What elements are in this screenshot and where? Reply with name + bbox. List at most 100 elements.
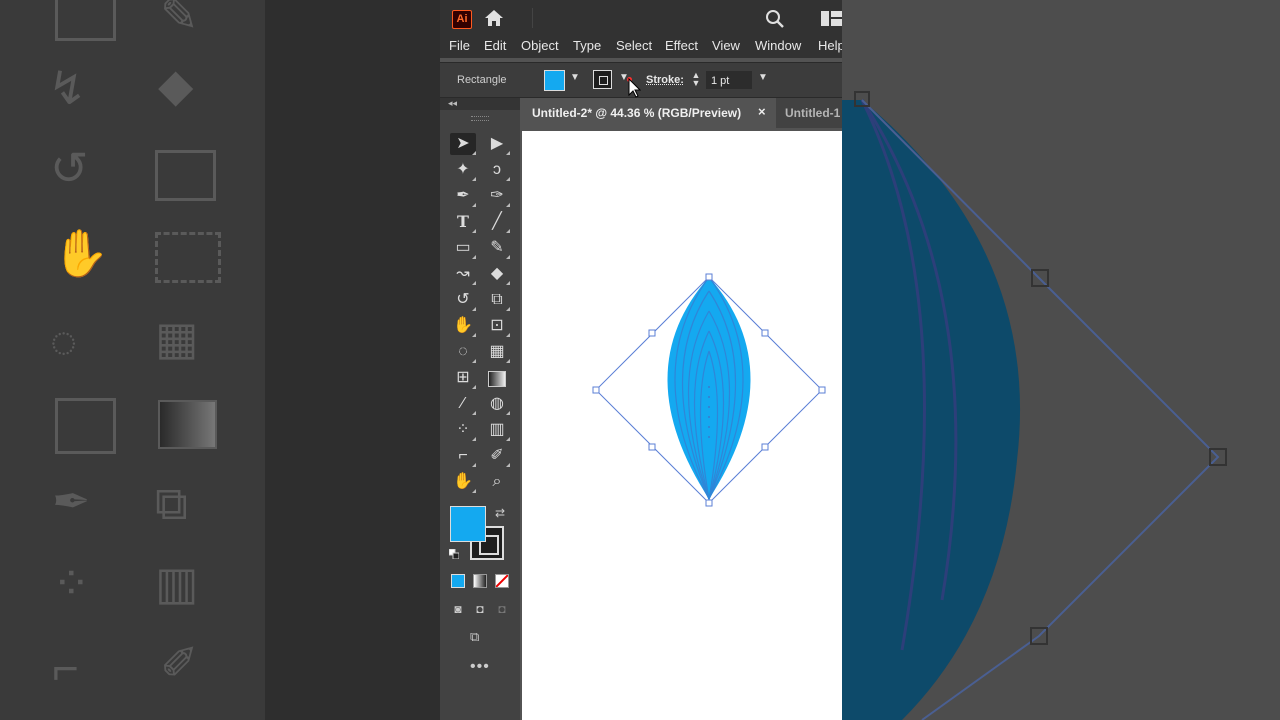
collapse-panel-icon[interactable]: ◂◂ [448,98,457,109]
menu-type[interactable]: Type [573,38,601,53]
bg-rectangle-icon [55,0,116,41]
stroke-weight-input[interactable]: 1 pt [706,71,752,89]
magic-wand-tool-icon[interactable]: ✦ [450,159,476,181]
stroke-color-swatch[interactable] [593,70,612,89]
draw-inside-icon[interactable]: ◘ [495,602,509,616]
bg-free-transform-icon [155,232,221,283]
bg-scale-icon [155,150,216,201]
bg-blend-icon: ⧉ [155,477,188,529]
workspace-switcher-icon[interactable] [821,11,842,26]
menu-bar: File Edit Object Type Select Effect View… [440,36,842,58]
draw-normal-icon[interactable]: ◙ [451,602,465,616]
bg-rotate-icon: ↺ [50,142,89,194]
more-tools-icon[interactable]: ••• [470,658,490,676]
background-right-zoom [842,0,1280,720]
tab-label: Untitled-2* @ 44.36 % (RGB/Preview) [532,106,742,120]
tools-panel: ◂◂ ➤ ▶ ✦ ↄ ✒ ✑ T ╱ ▭ ✎ ↝ ◆ ↺ ⧉ ✋ ⊡ ◌ ▦ ⊞… [440,98,520,720]
search-icon[interactable] [765,9,785,29]
eyedropper-tool-icon[interactable]: ⁄ [450,393,476,415]
shaper-tool-icon[interactable]: ↝ [450,263,476,285]
menu-help[interactable]: Help [818,38,842,53]
tab-untitled-1[interactable]: Untitled-1 [785,106,840,120]
app-logo: Ai [452,10,472,29]
screen-mode-icon[interactable]: ⧉ [470,629,490,645]
line-segment-tool-icon[interactable]: ╱ [484,211,510,233]
bg-eyedropper-icon: ✒ [52,475,91,527]
background-left-panel: ✎ ↯ ◆ ↺ ✋ ◌ ▦ ✒ ⧉ ⁘ ▥ ⌐ ✐ [0,0,265,720]
pen-tool-icon[interactable]: ✒ [450,185,476,207]
bg-shaper-icon: ↯ [48,62,87,114]
column-graph-tool-icon[interactable]: ▥ [484,419,510,441]
paintbrush-tool-icon[interactable]: ✎ [484,237,510,259]
selection-type-label: Rectangle [457,74,507,86]
bg-shape-builder-icon: ◌ [50,315,78,367]
home-icon[interactable] [484,9,504,27]
fill-chevron-down-icon[interactable]: ▼ [570,72,580,83]
menu-select[interactable]: Select [616,38,652,53]
swap-fill-stroke-icon[interactable]: ⇄ [495,506,505,520]
direct-selection-tool-icon[interactable]: ▶ [484,133,510,155]
artboard-tool-icon[interactable]: ⌐ [450,445,476,467]
color-mode-icon[interactable] [451,574,465,588]
menu-file[interactable]: File [449,38,470,53]
rotate-tool-icon[interactable]: ↺ [450,289,476,311]
eraser-tool-icon[interactable]: ◆ [484,263,510,285]
shape-builder-tool-icon[interactable]: ◌ [450,341,476,363]
lasso-tool-icon[interactable]: ↄ [484,159,510,181]
document-tab-bar: Untitled-2* @ 44.36 % (RGB/Preview) × Un… [522,98,842,128]
artboard[interactable] [522,131,842,720]
menu-object[interactable]: Object [521,38,559,53]
zoom-tool-icon[interactable]: ⌕ [484,471,510,493]
default-fill-stroke-icon[interactable] [449,549,459,559]
slice-tool-icon[interactable]: ✐ [484,445,510,467]
scale-tool-icon[interactable]: ⧉ [484,289,510,311]
menu-window[interactable]: Window [755,38,801,53]
bg-eraser-icon: ◆ [158,59,194,111]
mouse-cursor-icon [628,78,641,98]
curvature-tool-icon[interactable]: ✑ [484,185,510,207]
tab-untitled-2[interactable]: Untitled-2* @ 44.36 % (RGB/Preview) × [522,98,776,128]
artwork[interactable] [522,131,842,720]
bg-gradient-icon [158,400,217,449]
selection-tool-icon[interactable]: ➤ [450,133,476,155]
stroke-weight-dropdown-icon[interactable]: ▼ [758,72,768,83]
puppet-warp-tool-icon[interactable]: ✋ [450,315,476,337]
menu-edit[interactable]: Edit [484,38,506,53]
stroke-label[interactable]: Stroke: [646,74,684,86]
free-transform-tool-icon[interactable]: ⊡ [484,315,510,337]
none-slash-icon [496,575,508,587]
title-bar: Ai [440,0,842,36]
bg-paintbrush-icon: ✎ [160,0,199,41]
bg-graph-icon: ▥ [155,557,199,609]
close-icon[interactable]: × [758,104,766,119]
stroke-weight-spinner-icon[interactable]: ▲ ▼ [691,71,701,89]
bg-slice-icon: ✐ [160,637,199,689]
bg-artboard-icon: ⌐ [52,642,79,694]
bg-zoomed-artwork [842,91,1227,720]
gradient-tool-icon[interactable] [484,367,510,389]
blend-tool-icon[interactable]: ◍ [484,393,510,415]
panel-grip-icon[interactable] [471,116,489,121]
control-bar: Rectangle ▼ ▼ Stroke: ▲ ▼ 1 pt ▼ [440,62,842,98]
title-separator [532,8,533,28]
bg-perspective-icon: ▦ [155,312,199,364]
mesh-tool-icon[interactable]: ⊞ [450,367,476,389]
draw-behind-icon[interactable]: ◘ [473,602,487,616]
menu-view[interactable]: View [712,38,740,53]
symbol-sprayer-tool-icon[interactable]: ⁘ [450,419,476,441]
canvas-area[interactable] [522,128,842,720]
stroke-swatch-inner-icon [599,76,608,85]
menu-effect[interactable]: Effect [665,38,698,53]
rectangle-tool-icon[interactable]: ▭ [450,237,476,259]
illustrator-window: Ai File Edit Object Type Select Effect V… [440,0,842,720]
bg-puppet-icon: ✋ [52,227,110,279]
background-divider [265,0,440,720]
fill-color-box[interactable] [450,506,486,542]
gradient-mode-icon[interactable] [473,574,487,588]
hand-tool-icon[interactable]: ✋ [450,471,476,493]
fill-color-swatch[interactable] [544,70,565,91]
perspective-grid-tool-icon[interactable]: ▦ [484,341,510,363]
none-mode-icon[interactable] [495,574,509,588]
type-tool-icon[interactable]: T [450,211,476,233]
bg-mesh-icon [55,398,116,454]
